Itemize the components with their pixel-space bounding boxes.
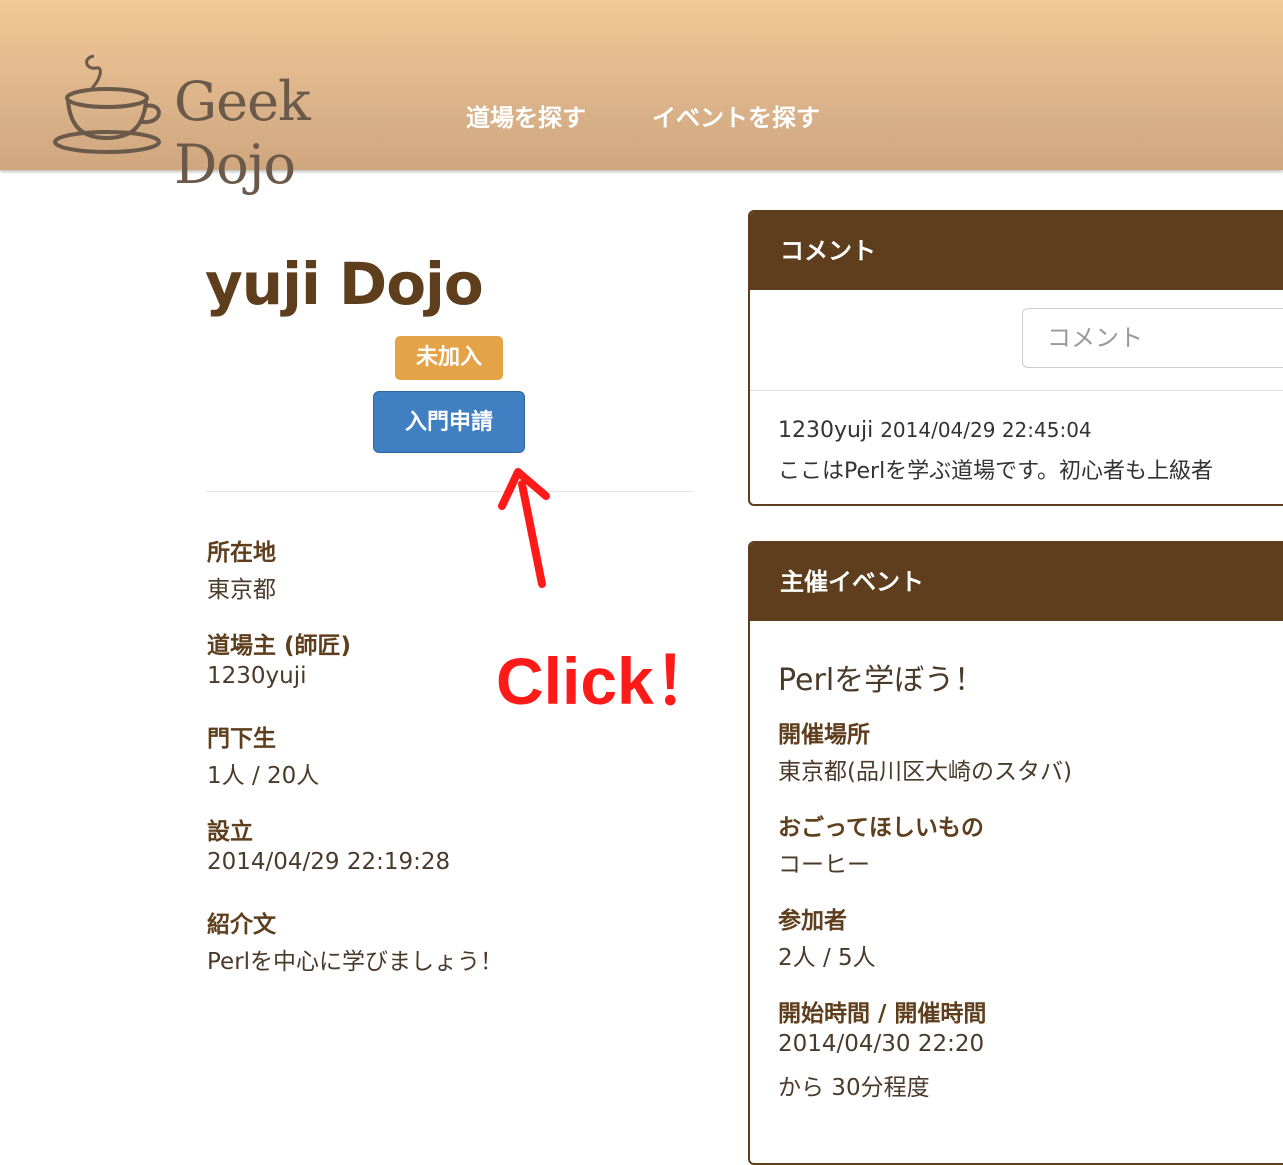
comment-form — [750, 290, 1283, 391]
event-participants-value: 2人 / 5人 — [778, 945, 876, 971]
master-value: 1230yuji — [207, 663, 307, 689]
event-duration-value: から 30分程度 — [778, 1075, 930, 1101]
status-badge: 未加入 — [395, 336, 503, 380]
intro-label: 紹介文 — [207, 912, 276, 938]
disciples-label: 門下生 — [207, 726, 276, 752]
event-panel-heading: 主催イベント — [750, 543, 1283, 621]
event-treat-label: おごってほしいもの — [778, 815, 984, 841]
nav-find-event[interactable]: イベントを探す — [652, 98, 820, 133]
intro-value: Perlを中心に学びましょう！ — [207, 949, 504, 975]
comment-timestamp: 2014/04/29 22:45:04 — [880, 418, 1092, 442]
founded-value: 2014/04/29 22:19:28 — [207, 849, 451, 875]
event-venue-value: 東京都(品川区大崎のスタバ) — [778, 759, 1072, 785]
page-title: yuji Dojo — [205, 250, 484, 318]
nav-find-dojo[interactable]: 道場を探す — [466, 98, 586, 133]
click-annotation: Click！ — [496, 644, 720, 718]
master-label: 道場主 (師匠) — [207, 633, 352, 659]
comment-input[interactable] — [1022, 308, 1283, 368]
divider — [205, 491, 692, 492]
comment-text: ここはPerlを学ぶ道場です。初心者も上級者 — [778, 459, 1213, 484]
red-arrow-icon — [498, 468, 550, 588]
site-header: Geek Dojo 道場を探す イベントを探す — [0, 0, 1283, 196]
location-label: 所在地 — [207, 540, 276, 566]
event-time-value: 2014/04/30 22:20 — [778, 1031, 985, 1057]
event-panel: 主催イベント Perlを学ぼう！ 開催場所 東京都(品川区大崎のスタバ) おごっ… — [748, 541, 1283, 1165]
event-venue-label: 開催場所 — [778, 722, 870, 748]
event-title[interactable]: Perlを学ぼう！ — [778, 655, 984, 699]
comment-meta: 1230yuji 2014/04/29 22:45:04 — [778, 418, 1092, 443]
event-treat-value: コーヒー — [778, 852, 870, 878]
logo-text: Geek Dojo — [174, 70, 311, 196]
coffee-cup-icon — [53, 54, 161, 154]
founded-label: 設立 — [207, 819, 253, 845]
join-request-button[interactable]: 入門申請 — [373, 391, 525, 453]
comment-panel: コメント 1230yuji 2014/04/29 22:45:04 ここはPer… — [748, 210, 1283, 506]
event-participants-label: 参加者 — [778, 908, 847, 934]
site-logo[interactable]: Geek Dojo — [52, 50, 422, 196]
location-value: 東京都 — [207, 577, 276, 603]
comment-panel-heading: コメント — [750, 212, 1283, 290]
event-time-label: 開始時間 / 開催時間 — [778, 1001, 987, 1027]
disciples-value: 1人 / 20人 — [207, 763, 320, 789]
comment-user[interactable]: 1230yuji — [778, 418, 873, 443]
